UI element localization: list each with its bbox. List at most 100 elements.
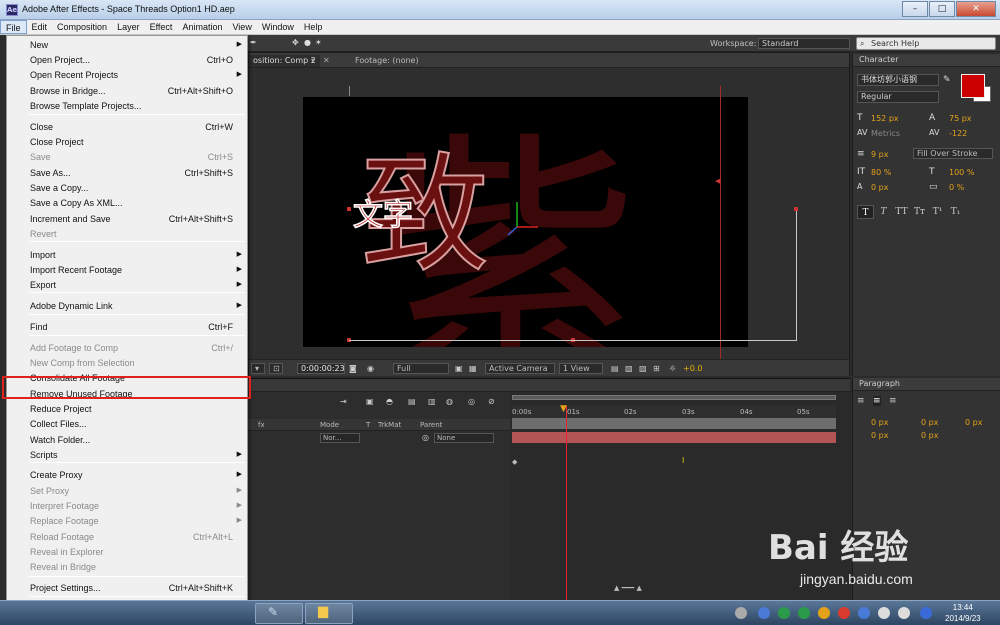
frame-blending-icon[interactable]: ▤ (408, 397, 416, 406)
tab-dropdown-icon[interactable]: ▾ (311, 56, 315, 65)
align-left-icon[interactable]: ≡ (857, 396, 865, 406)
tray-icon[interactable] (920, 607, 932, 619)
playhead-handle-icon[interactable]: ▼ (560, 404, 567, 414)
font-style-select[interactable]: Regular (857, 91, 939, 103)
auto-keyframe-icon[interactable]: ⊘ (488, 397, 495, 406)
tsume-value[interactable]: 0 % (949, 183, 964, 192)
maximize-button[interactable]: □ (929, 1, 955, 17)
taskbar-app-button[interactable] (255, 603, 303, 624)
current-time-indicator[interactable] (566, 406, 567, 600)
space-after-value[interactable]: 0 px (921, 431, 938, 440)
tab-composition[interactable]: osition: Comp 2 (249, 55, 320, 67)
menu-view[interactable]: View (227, 20, 256, 34)
faux-bold-button[interactable]: T (857, 205, 874, 219)
menu-item-save[interactable]: Save Ctrl+S (7, 150, 247, 164)
view-layout-select[interactable]: 1 View (559, 363, 603, 374)
layer-handle[interactable] (794, 207, 798, 211)
menu-item-save-a-copy-as-xml[interactable]: Save a Copy As XML... (7, 196, 247, 210)
keyframe-icon[interactable]: ◆ (512, 458, 517, 466)
graph-editor-icon[interactable]: ◎ (468, 397, 475, 406)
small-caps-button[interactable]: Tт (911, 205, 928, 219)
tracking-value[interactable]: -122 (949, 129, 967, 138)
tray-icon[interactable] (838, 607, 850, 619)
motion-blur-icon[interactable]: ▥ (428, 397, 436, 406)
safe-zones-icon[interactable]: ⊡ (269, 363, 283, 374)
indent-first-value[interactable]: 0 px (965, 418, 982, 427)
menu-item-scripts[interactable]: Scripts ▶ (7, 448, 247, 462)
menu-item-project-settings[interactable]: Project Settings... Ctrl+Alt+Shift+K (7, 581, 247, 595)
pen-tool-icon[interactable]: ✒ (250, 39, 258, 47)
superscript-button[interactable]: T¹ (929, 205, 946, 219)
comp-mini-flowchart-icon[interactable]: ⇥ (340, 397, 347, 406)
tab-close-icon[interactable]: ✕ (323, 56, 330, 65)
shield-icon[interactable] (758, 607, 770, 619)
baseline-shift-value[interactable]: 0 px (871, 183, 888, 192)
menu-item-import[interactable]: Import ▶ (7, 248, 247, 262)
search-help-input[interactable]: Search Help (856, 37, 996, 50)
menu-item-open-recent-projects[interactable]: Open Recent Projects ▶ (7, 68, 247, 82)
stroke-mode-select[interactable]: Fill Over Stroke (913, 148, 993, 159)
snapshot-icon[interactable]: ◙ (349, 364, 357, 373)
menu-item-watch-folder[interactable]: Watch Folder... (7, 433, 247, 447)
zoom-slider-icon[interactable]: ▲ ━━━ ▲ (614, 584, 642, 592)
menu-item-open-project[interactable]: Open Project... Ctrl+O (7, 53, 247, 67)
font-family-select[interactable]: 书体坊郭小语钢 (857, 74, 939, 86)
menu-effect[interactable]: Effect (145, 20, 178, 34)
eyedropper-icon[interactable]: ✎ (943, 75, 951, 85)
move-tool-icon[interactable]: ✥ (292, 39, 300, 47)
comp-duration-bar[interactable] (512, 418, 836, 429)
exposure-icon[interactable]: ☼ (669, 364, 676, 373)
resolution-select[interactable]: Full (393, 363, 449, 374)
camera-select[interactable]: Active Camera (485, 363, 555, 374)
menu-item-reveal-in-bridge[interactable]: Reveal in Bridge (7, 560, 247, 574)
menu-item-reload-footage[interactable]: Reload Footage Ctrl+Alt+L (7, 530, 247, 544)
system-clock[interactable]: 13:44 2014/9/23 (945, 602, 981, 624)
menu-item-create-proxy[interactable]: Create Proxy ▶ (7, 468, 247, 482)
record-icon[interactable]: ● (304, 39, 312, 47)
blend-mode-select[interactable]: Nor... (320, 433, 360, 443)
menu-item-import-recent-footage[interactable]: Import Recent Footage ▶ (7, 263, 247, 277)
font-size-value[interactable]: 152 px (871, 114, 899, 123)
menu-item-collect-files[interactable]: Collect Files... (7, 417, 247, 431)
tray-icon[interactable] (858, 607, 870, 619)
parent-select[interactable]: None (434, 433, 494, 443)
all-caps-button[interactable]: TT (893, 205, 910, 219)
close-button[interactable]: ✕ (956, 1, 996, 17)
horizontal-scale-value[interactable]: 100 % (949, 168, 974, 177)
menu-item-interpret-footage[interactable]: Interpret Footage ▶ (7, 499, 247, 513)
menu-item-find[interactable]: Find Ctrl+F (7, 320, 247, 334)
leading-value[interactable]: 75 px (949, 114, 972, 123)
align-right-icon[interactable]: ≡ (889, 396, 897, 406)
timeline-icon[interactable]: ▨ (639, 364, 647, 373)
menu-edit[interactable]: Edit (27, 20, 53, 34)
roi-icon[interactable]: ▣ (455, 364, 463, 373)
vertical-scale-value[interactable]: 80 % (871, 168, 891, 177)
fill-color-swatch[interactable] (961, 74, 985, 98)
exposure-value[interactable]: +0.0 (683, 364, 702, 373)
brainstorm-icon[interactable]: ◍ (446, 397, 453, 406)
menu-item-save-a-copy[interactable]: Save a Copy... (7, 181, 247, 195)
subscript-button[interactable]: T₁ (947, 205, 964, 219)
work-area-bar[interactable] (512, 395, 836, 400)
menu-item-reveal-in-explorer[interactable]: Reveal in Explorer (7, 545, 247, 559)
fast-preview-icon[interactable]: ▧ (625, 364, 633, 373)
magnify-select[interactable]: ▾ (251, 363, 265, 374)
menu-item-revert[interactable]: Revert (7, 227, 247, 241)
menu-item-export[interactable]: Export ▶ (7, 278, 247, 292)
layer-duration-bar[interactable] (512, 432, 836, 443)
color-channel-icon[interactable]: ◉ (367, 364, 374, 373)
menu-animation[interactable]: Animation (177, 20, 227, 34)
faux-italic-button[interactable]: T (875, 205, 892, 219)
tray-icon[interactable] (778, 607, 790, 619)
timecode-field[interactable]: 0:00:00:23 (297, 363, 345, 374)
toggle-pixel-icon[interactable]: ▤ (611, 364, 619, 373)
minimize-button[interactable]: – (902, 1, 928, 17)
layer-row[interactable]: Nor... ◎ None (248, 432, 510, 444)
keyframe-icon[interactable]: I (682, 456, 684, 465)
taskbar-explorer-button[interactable] (305, 603, 353, 624)
menu-item-close-project[interactable]: Close Project (7, 135, 247, 149)
stroke-width-value[interactable]: 9 px (871, 150, 888, 159)
menu-item-new[interactable]: New ▶ (7, 38, 247, 52)
indent-left-value[interactable]: 0 px (871, 418, 888, 427)
space-before-value[interactable]: 0 px (871, 431, 888, 440)
